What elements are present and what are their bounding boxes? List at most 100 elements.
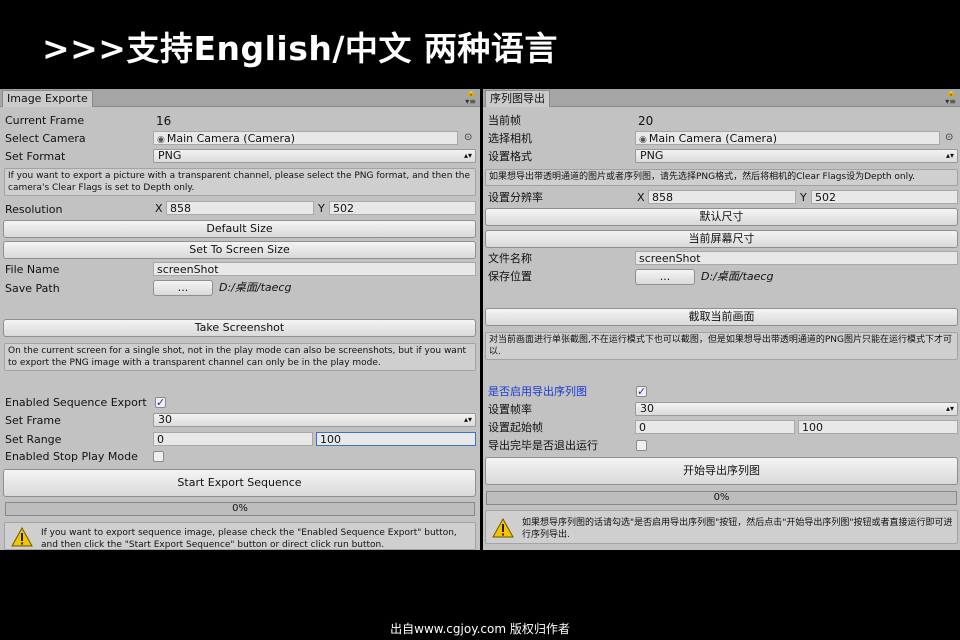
resolution-y-input[interactable]: 502 [329, 201, 476, 215]
screen-size-button[interactable]: 当前屏幕尺寸 [485, 230, 958, 248]
image-exporter-panel-en: Image Exporte 🔒 ▾≡ Current Frame 16 Selec… [0, 89, 480, 550]
progress-text: 0% [232, 503, 248, 514]
file-name-label: File Name [5, 263, 60, 276]
camera-field[interactable]: ◉ Main Camera (Camera) [153, 131, 458, 145]
resolution-y-input[interactable]: 502 [811, 190, 958, 204]
current-frame-label: 当前帧 [488, 114, 521, 127]
headline: >>>支持English/中文 两种语言 [42, 29, 558, 68]
export-progress-bar: 0% [5, 502, 475, 516]
panel-menu-icon[interactable]: 🔒 ▾≡ [945, 89, 956, 106]
dropdown-arrow-icon: ▴▾ [463, 151, 472, 160]
take-screenshot-button[interactable]: 截取当前画面 [485, 308, 958, 326]
screenshot-help-text: 对当前画面进行单张截图,不在运行模式下也可以截图，但是如果想导出带透明通道的PN… [489, 335, 952, 357]
current-frame-value: 16 [156, 114, 172, 128]
current-frame-label: Current Frame [5, 114, 85, 127]
warning-triangle-icon [492, 518, 514, 538]
tab-bar: Image Exporte 🔒 ▾≡ [0, 89, 480, 107]
dropdown-arrow-icon: ▴▾ [945, 151, 954, 160]
camera-label: 选择相机 [488, 132, 532, 145]
file-name-input[interactable]: screenShot [153, 262, 476, 276]
stop-play-label: 导出完毕是否退出运行 [488, 439, 598, 452]
set-frame-value: 30 [640, 402, 654, 415]
image-exporter-panel-zh: 序列图导出 🔒 ▾≡ 当前帧 20 选择相机 ◉ Main Camera (Came… [483, 89, 960, 550]
format-select[interactable]: PNG ▴▾ [635, 149, 958, 163]
save-path-label: Save Path [5, 282, 60, 295]
set-frame-label: 设置帧率 [488, 403, 532, 416]
resolution-x-input[interactable]: 858 [166, 201, 314, 215]
camera-value: Main Camera (Camera) [166, 132, 296, 145]
format-value: PNG [158, 149, 182, 162]
range-end-input[interactable]: 100 [798, 420, 958, 434]
browse-button[interactable]: ... [635, 269, 695, 285]
panel-menu-icon[interactable]: 🔒 ▾≡ [465, 89, 476, 106]
tab-sequence-export[interactable]: 序列图导出 [485, 90, 550, 107]
sequence-warning-box: 如果想导序列图的话请勾选"是否启用导出序列图"按钮，然后点击"开始导出序列图"按… [485, 510, 958, 544]
format-help-box: 如果想导出带透明通道的图片或者序列图，请先选择PNG格式，然后将相机的Clear… [485, 169, 958, 186]
screenshot-help-box: On the current screen for a single shot,… [4, 343, 476, 371]
start-export-button[interactable]: 开始导出序列图 [485, 457, 958, 485]
set-range-label: Set Range [5, 433, 62, 446]
resolution-x-label: X [155, 202, 163, 215]
screenshot-help-box: 对当前画面进行单张截图,不在运行模式下也可以截图，但是如果想导出带透明通道的PN… [485, 332, 958, 360]
credit-footer: 出自www.cgjoy.com 版权归作者 [390, 622, 570, 636]
dropdown-arrow-icon: ▴▾ [945, 404, 954, 413]
progress-text: 0% [713, 492, 730, 503]
save-path-label: 保存位置 [488, 270, 532, 283]
stop-play-label: Enabled Stop Play Mode [5, 450, 138, 463]
resolution-x-label: X [637, 191, 645, 204]
sequence-warning-text: If you want to export sequence image, pl… [41, 528, 457, 550]
current-frame-value: 20 [638, 114, 654, 128]
sequence-export-checkbox[interactable]: ✓ [155, 397, 166, 408]
set-frame-select[interactable]: 30 ▴▾ [153, 413, 476, 427]
start-export-button[interactable]: Start Export Sequence [3, 469, 476, 497]
sequence-export-checkbox[interactable]: ✓ [636, 386, 647, 397]
camera-field[interactable]: ◉ Main Camera (Camera) [635, 131, 940, 145]
format-label: Set Format [5, 150, 66, 163]
dropdown-arrow-icon: ▴▾ [463, 415, 472, 424]
stop-play-checkbox[interactable] [153, 451, 164, 462]
screenshot-help-text: On the current screen for a single shot,… [8, 346, 467, 368]
format-select[interactable]: PNG ▴▾ [153, 149, 476, 163]
sequence-export-label: Enabled Sequence Export [5, 396, 147, 409]
resolution-y-label: Y [318, 202, 325, 215]
save-path-value: D:/桌面/taecg [701, 270, 774, 283]
set-range-label: 设置起始帧 [488, 421, 543, 434]
warning-triangle-icon [11, 527, 33, 547]
sequence-warning-text: 如果想导序列图的话请勾选"是否启用导出序列图"按钮，然后点击"开始导出序列图"按… [522, 518, 953, 540]
object-picker-icon[interactable]: ⊙ [464, 132, 472, 143]
set-frame-select[interactable]: 30 ▴▾ [635, 402, 958, 416]
file-name-label: 文件名称 [488, 252, 532, 265]
format-help-text: If you want to export a picture with a t… [8, 171, 471, 193]
file-name-input[interactable]: screenShot [635, 251, 958, 265]
format-help-text: 如果想导出带透明通道的图片或者序列图，请先选择PNG格式，然后将相机的Clear… [489, 172, 916, 182]
resolution-label: Resolution [5, 203, 63, 216]
default-size-button[interactable]: 默认尺寸 [485, 208, 958, 226]
save-path-value: D:/桌面/taecg [219, 281, 292, 294]
stop-play-checkbox[interactable] [636, 440, 647, 451]
format-help-box: If you want to export a picture with a t… [4, 168, 476, 196]
format-value: PNG [640, 149, 664, 162]
resolution-y-label: Y [800, 191, 807, 204]
object-picker-icon[interactable]: ⊙ [945, 132, 953, 143]
resolution-x-input[interactable]: 858 [648, 190, 796, 204]
default-size-button[interactable]: Default Size [3, 220, 476, 238]
export-progress-bar: 0% [486, 491, 957, 505]
format-label: 设置格式 [488, 150, 532, 163]
camera-icon: ◉ [157, 135, 165, 145]
camera-label: Select Camera [5, 132, 86, 145]
sequence-export-label: 是否启用导出序列图 [488, 385, 587, 398]
set-frame-label: Set Frame [5, 414, 61, 427]
tab-bar: 序列图导出 🔒 ▾≡ [483, 89, 960, 107]
range-end-input[interactable]: 100 [316, 432, 476, 446]
resolution-label: 设置分辨率 [488, 191, 543, 204]
set-frame-value: 30 [158, 413, 172, 426]
browse-button[interactable]: ... [153, 280, 213, 296]
range-start-input[interactable]: 0 [153, 432, 313, 446]
sequence-warning-box: If you want to export sequence image, pl… [4, 522, 476, 550]
screen-size-button[interactable]: Set To Screen Size [3, 241, 476, 259]
camera-icon: ◉ [639, 135, 647, 145]
range-start-input[interactable]: 0 [635, 420, 795, 434]
take-screenshot-button[interactable]: Take Screenshot [3, 319, 476, 337]
tab-image-exporter[interactable]: Image Exporte [2, 90, 93, 107]
camera-value: Main Camera (Camera) [648, 132, 778, 145]
